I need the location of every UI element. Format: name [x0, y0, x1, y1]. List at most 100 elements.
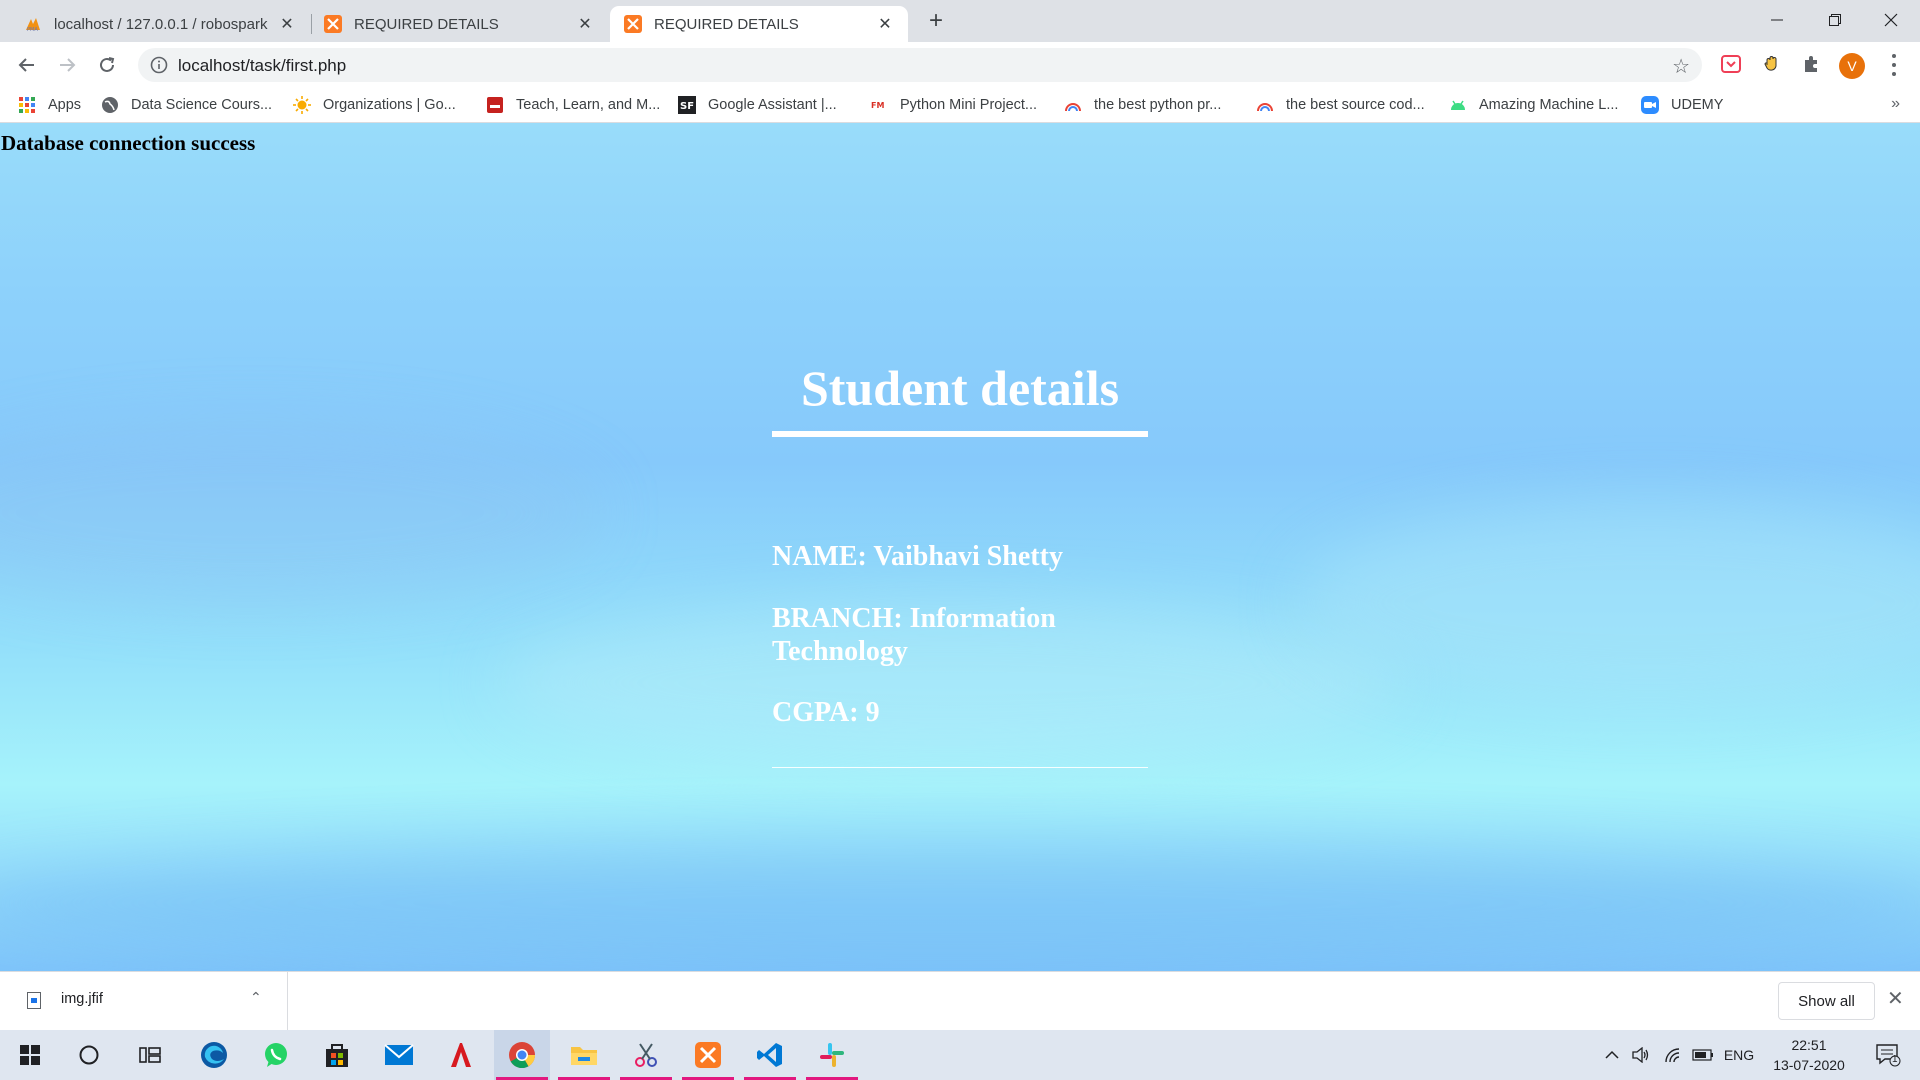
- system-clock[interactable]: 22:51 13-07-2020: [1766, 1035, 1852, 1075]
- reload-icon: [100, 57, 115, 72]
- taskbar-acrobat[interactable]: [433, 1030, 489, 1080]
- clock-date: 13-07-2020: [1773, 1057, 1845, 1073]
- file-image-icon: [27, 992, 41, 1009]
- reload-button[interactable]: [92, 50, 122, 80]
- notification-count: 1: [1892, 1054, 1898, 1065]
- vscode-icon: [757, 1043, 782, 1067]
- taskbar-whatsapp[interactable]: [248, 1030, 304, 1080]
- bookmark-amazing-ml[interactable]: Amazing Machine L...: [1449, 95, 1618, 115]
- svg-text:PMA: PMA: [27, 27, 38, 33]
- bookmark-star-icon[interactable]: ☆: [1672, 54, 1690, 79]
- hand-extension-icon[interactable]: [1761, 53, 1783, 75]
- address-bar[interactable]: localhost/task/first.php ☆: [138, 48, 1702, 82]
- rainbow-icon: [1065, 103, 1081, 112]
- language-indicator[interactable]: ENG: [1720, 1030, 1758, 1080]
- bookmark-udemy[interactable]: UDEMY: [1641, 95, 1723, 115]
- tab-title: localhost / 127.0.0.1 / robospark: [54, 15, 268, 33]
- tab-strip: PMA localhost / 127.0.0.1 / robospark ✕ …: [0, 0, 1920, 42]
- pocket-extension-icon[interactable]: [1720, 53, 1742, 75]
- bookmark-label: Google Assistant |...: [708, 97, 837, 113]
- cortana-circle-icon: [79, 1045, 99, 1065]
- restore-button[interactable]: [1806, 0, 1864, 40]
- info-icon[interactable]: [150, 56, 168, 74]
- taskbar-file-explorer[interactable]: [556, 1030, 612, 1080]
- edge-icon: [201, 1042, 227, 1068]
- extensions-button[interactable]: [1801, 53, 1823, 75]
- bookmark-organizations[interactable]: Organizations | Go...: [293, 95, 456, 115]
- taskbar-chrome[interactable]: [494, 1030, 550, 1080]
- network-icon[interactable]: [1660, 1030, 1686, 1080]
- close-icon[interactable]: ✕: [876, 14, 894, 34]
- minimize-button[interactable]: [1748, 0, 1806, 40]
- tab-required-details-1[interactable]: REQUIRED DETAILS ✕: [310, 6, 608, 42]
- sky-cloud: [0, 843, 1920, 963]
- bookmark-data-science[interactable]: Data Science Cours...: [101, 95, 272, 115]
- action-center-button[interactable]: 1: [1866, 1030, 1910, 1080]
- xampp-icon: [624, 15, 642, 33]
- bookmark-label: the best source cod...: [1286, 97, 1425, 113]
- taskbar-xampp[interactable]: [680, 1030, 736, 1080]
- zoom-icon: [1641, 96, 1659, 114]
- tab-title: REQUIRED DETAILS: [654, 15, 799, 33]
- volume-icon[interactable]: [1628, 1030, 1654, 1080]
- folder-icon: [571, 1047, 597, 1065]
- task-view-button[interactable]: [122, 1030, 178, 1080]
- student-name: NAME: Vaibhavi Shetty: [772, 541, 1063, 572]
- forward-button[interactable]: [52, 50, 82, 80]
- window-close-button[interactable]: [1862, 0, 1920, 40]
- tray-overflow-icon[interactable]: [1600, 1030, 1624, 1080]
- taskbar-store[interactable]: [309, 1030, 365, 1080]
- tab-required-details-2[interactable]: REQUIRED DETAILS ✕: [610, 6, 908, 42]
- globe-icon: [102, 97, 118, 113]
- tab-phpmyadmin[interactable]: PMA localhost / 127.0.0.1 / robospark ✕: [10, 6, 310, 42]
- taskbar-vscode[interactable]: [742, 1030, 798, 1080]
- tab-title: REQUIRED DETAILS: [354, 15, 499, 33]
- browser-toolbar: localhost/task/first.php ☆ V: [0, 42, 1920, 87]
- close-icon[interactable]: ✕: [1887, 986, 1904, 1011]
- bookmark-python-mini[interactable]: FM Python Mini Project...: [870, 95, 1037, 115]
- bookmark-google-assistant[interactable]: SF Google Assistant |...: [678, 95, 837, 115]
- download-file-name[interactable]: img.jfif: [61, 991, 103, 1007]
- url-text[interactable]: localhost/task/first.php: [178, 56, 346, 76]
- chevron-up-icon[interactable]: ⌃: [250, 989, 262, 1006]
- taskbar-snip[interactable]: [618, 1030, 674, 1080]
- student-branch: BRANCH: Information Technology: [772, 603, 1056, 667]
- close-icon[interactable]: ✕: [278, 14, 296, 34]
- rainbow-icon: [1257, 103, 1273, 112]
- svg-text:FM: FM: [871, 101, 884, 110]
- profile-avatar[interactable]: V: [1839, 53, 1865, 79]
- bookmark-apps[interactable]: Apps: [18, 95, 81, 115]
- menu-icon[interactable]: [1886, 52, 1902, 78]
- bookmark-best-python[interactable]: the best python pr...: [1064, 95, 1221, 115]
- hand-icon: [1764, 56, 1777, 71]
- db-connection-message: Database connection success: [1, 131, 256, 155]
- battery-icon[interactable]: [1690, 1030, 1716, 1080]
- show-all-button[interactable]: Show all: [1778, 982, 1875, 1020]
- back-button[interactable]: [12, 50, 42, 80]
- close-icon[interactable]: ✕: [576, 14, 594, 34]
- bookmark-label: UDEMY: [1671, 97, 1724, 113]
- minimize-icon: [1771, 19, 1783, 21]
- bookmark-teach-learn[interactable]: Teach, Learn, and M...: [486, 95, 660, 115]
- red-book-icon: [487, 97, 503, 113]
- mail-icon: [384, 1044, 414, 1065]
- speaker-icon: [1632, 1047, 1649, 1063]
- taskbar-mail[interactable]: [371, 1030, 427, 1080]
- start-button[interactable]: [2, 1030, 58, 1080]
- forward-arrow-icon: [60, 58, 76, 72]
- download-item[interactable]: img.jfif ⌃: [0, 972, 288, 1030]
- new-tab-button[interactable]: +: [922, 8, 950, 36]
- bookmark-best-source[interactable]: the best source cod...: [1256, 95, 1425, 115]
- apps-grid-icon: [19, 97, 35, 113]
- taskbar-slack[interactable]: [804, 1030, 860, 1080]
- windows-logo-icon: [20, 1045, 40, 1065]
- clock-time: 22:51: [1791, 1037, 1827, 1053]
- wifi-icon: [1665, 1048, 1680, 1063]
- bookmark-label: Teach, Learn, and M...: [516, 97, 661, 113]
- bookmarks-overflow-icon[interactable]: »: [1891, 95, 1900, 113]
- android-icon: [1451, 100, 1465, 110]
- bookmark-label: Data Science Cours...: [131, 97, 273, 113]
- taskbar-edge[interactable]: [186, 1030, 242, 1080]
- search-button[interactable]: [61, 1030, 117, 1080]
- title-underline: [772, 431, 1148, 437]
